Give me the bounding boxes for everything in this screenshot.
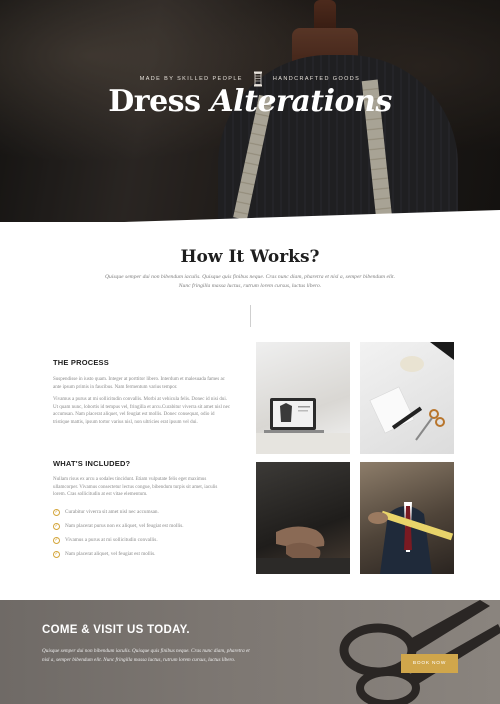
list-item: ✓ Nam placerat purus non ex aliquet, vel … [53,519,243,533]
included-heading: WHAT'S INCLUDED? [53,459,131,468]
list-item-text: Nam placerat aliquet, vel feugiat est mo… [65,551,156,557]
measuring-tape-suit-photo [360,462,454,574]
process-paragraph-2: Vivamus a purus at mi sollicitudin conva… [53,397,231,425]
check-circle-icon: ✓ [53,536,60,544]
hero-title: Dress Alterations [0,84,500,119]
list-item-text: Curabitur viverra sit amet nisl nec accu… [65,509,159,515]
book-now-button[interactable]: BOOK NOW [401,654,458,673]
list-item-text: Nam placerat purus non ex aliquet, vel f… [65,523,184,529]
list-item: ✓ Nam placerat aliquet, vel feugiat est m… [53,547,243,561]
cta-title: COME & VISIT US TODAY. [42,624,190,636]
hero-title-italic: Alterations [210,84,392,119]
sketchbook-scissors-photo [360,342,454,454]
scissors-image [339,600,500,704]
section-title: How It Works? [180,247,320,267]
cta-text: Quisque semper dui non bibendum iaculis.… [42,648,250,663]
hero-diagonal-divider [0,210,500,226]
list-item: ✓ Curabitur viverra sit amet nisl nec acc… [53,505,243,519]
list-item: ✓ Vivamus a purus at mi sollicitudin conv… [53,533,243,547]
process-paragraph-1: Suspendisse in iusto quam. Integer at po… [53,377,225,390]
check-circle-icon: ✓ [53,522,60,530]
process-heading: THE PROCESS [53,358,109,367]
hero-title-main: Dress [108,84,201,119]
check-circle-icon: ✓ [53,550,60,558]
included-list: ✓ Curabitur viverra sit amet nisl nec acc… [53,505,243,561]
list-item-text: Vivamus a purus at mi sollicitudin conva… [65,537,158,543]
included-paragraph: Nullam risus ex arcu a sodales tincidunt… [53,477,218,498]
kicker-left: MADE BY SKILLED PEOPLE [139,76,243,82]
check-circle-icon: ✓ [53,508,60,516]
section-subtitle: Quisque semper dui non bibendum iaculis.… [104,274,396,289]
laptop-desk-photo [256,342,350,454]
kicker-right: HANDCRAFTED GOODS [272,76,361,82]
divider-line [250,305,251,327]
tailor-hands-photo [256,462,350,574]
